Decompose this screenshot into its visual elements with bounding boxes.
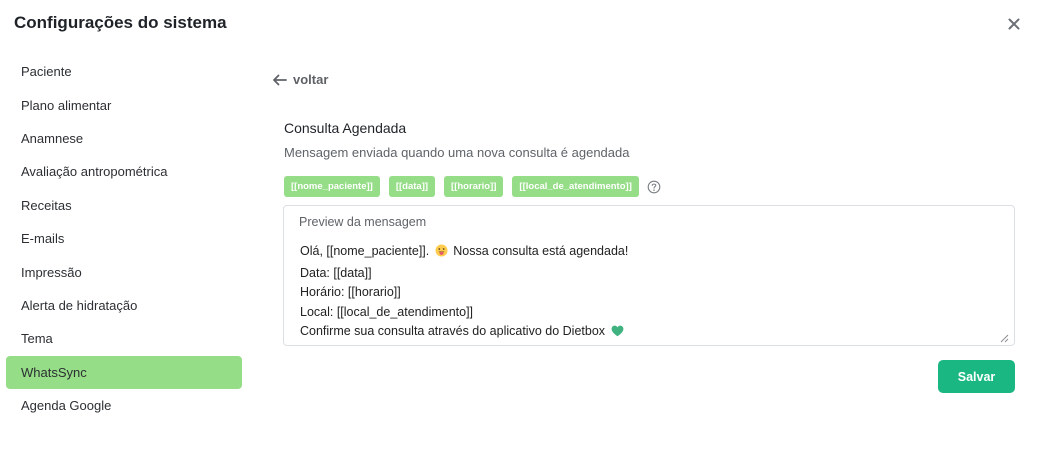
sidebar-item-avaliacao-antropometrica[interactable]: Avaliação antropométrica xyxy=(6,155,242,188)
message-preview[interactable]: Preview da mensagem Olá, [[nome_paciente… xyxy=(283,205,1015,346)
sidebar-item-label: WhatsSync xyxy=(21,364,87,380)
arrow-left-icon xyxy=(273,74,287,85)
sidebar-item-plano-alimentar[interactable]: Plano alimentar xyxy=(6,88,242,121)
variable-chip-nome-paciente[interactable]: [[nome_paciente]] xyxy=(284,176,380,197)
save-button[interactable]: Salvar xyxy=(938,360,1015,393)
message-line-time: Horário: [[horario]] xyxy=(300,285,401,299)
back-link-label: voltar xyxy=(293,72,329,87)
sidebar-item-tema[interactable]: Tema xyxy=(6,322,242,355)
sidebar-item-whatssync[interactable]: WhatsSync xyxy=(6,355,242,389)
message-line-date: Data: [[data]] xyxy=(300,265,372,280)
sidebar-item-label: Anamnese xyxy=(21,130,84,146)
sidebar-item-emails[interactable]: E-mails xyxy=(6,222,242,255)
close-button[interactable] xyxy=(1004,14,1024,34)
settings-sidebar: Paciente Plano alimentar Anamnese Avalia… xyxy=(6,55,242,422)
green-heart-emoji xyxy=(611,324,624,344)
question-circle-icon xyxy=(647,180,661,193)
message-line-location: Local: [[local_de_atendimento]] xyxy=(300,304,474,319)
greeting-prefix: Olá, [[nome_paciente]]. xyxy=(300,244,430,258)
variable-chips: [[nome_paciente]] [[data]] [[horario]] [… xyxy=(284,176,661,197)
section-description: Mensagem enviada quando uma nova consult… xyxy=(284,145,630,160)
message-line-greeting: Olá, [[nome_paciente]]. Nossa consulta e… xyxy=(300,242,628,264)
resize-handle[interactable] xyxy=(999,330,1009,343)
sidebar-item-label: Plano alimentar xyxy=(21,97,112,113)
sidebar-item-anamnese[interactable]: Anamnese xyxy=(6,122,242,155)
modal-title: Configurações do sistema xyxy=(14,13,227,32)
sidebar-item-label: Paciente xyxy=(21,64,72,80)
sidebar-item-label: Alerta de hidratação xyxy=(21,297,138,313)
message-line-confirm: Confirme sua consulta através do aplicat… xyxy=(300,322,628,344)
variable-chip-data[interactable]: [[data]] xyxy=(388,176,436,197)
smiling-face-tongue-emoji xyxy=(435,244,448,264)
variable-chip-horario[interactable]: [[horario]] xyxy=(444,176,504,197)
resize-grip-icon xyxy=(1000,334,1009,343)
sidebar-item-label: Avaliação antropométrica xyxy=(21,164,168,180)
sidebar-item-label: Impressão xyxy=(21,264,82,280)
message-text: Olá, [[nome_paciente]]. Nossa consulta e… xyxy=(300,242,628,344)
sidebar-item-receitas[interactable]: Receitas xyxy=(6,189,242,222)
sidebar-item-paciente[interactable]: Paciente xyxy=(6,55,242,88)
greeting-suffix: Nossa consulta está agendada! xyxy=(453,244,629,258)
sidebar-item-label: E-mails xyxy=(21,231,65,247)
help-button[interactable] xyxy=(647,180,661,194)
close-icon xyxy=(1008,18,1020,30)
sidebar-item-alerta-hidratacao[interactable]: Alerta de hidratação xyxy=(6,289,242,322)
sidebar-item-impressao[interactable]: Impressão xyxy=(6,255,242,288)
sidebar-item-label: Agenda Google xyxy=(21,398,112,414)
back-link[interactable]: voltar xyxy=(272,72,328,87)
confirm-text: Confirme sua consulta através do aplicat… xyxy=(300,324,606,338)
sidebar-item-label: Tema xyxy=(21,331,53,347)
sidebar-item-label: Receitas xyxy=(21,197,72,213)
section-title: Consulta Agendada xyxy=(284,120,407,136)
sidebar-item-agenda-google[interactable]: Agenda Google xyxy=(6,389,242,422)
variable-chip-local-de-atendimento[interactable]: [[local_de_atendimento]] xyxy=(512,176,639,197)
preview-label: Preview da mensagem xyxy=(299,215,427,229)
